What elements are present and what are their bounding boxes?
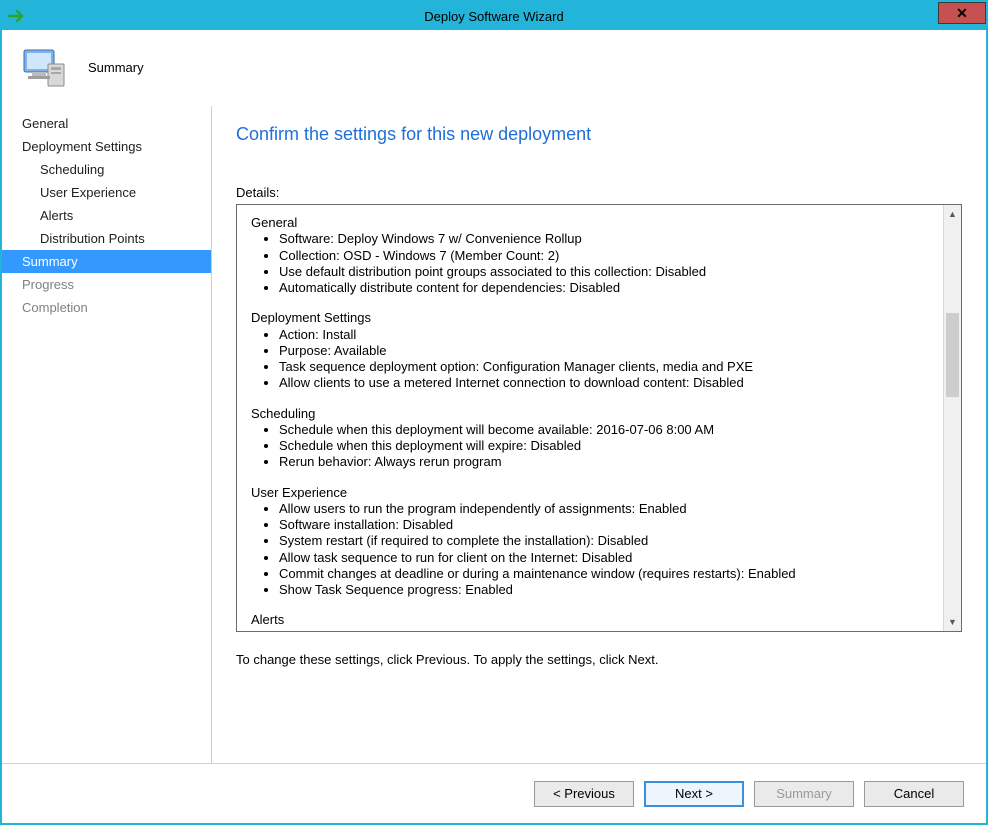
details-item: Collection: OSD - Windows 7 (Member Coun… xyxy=(279,248,931,264)
details-item: Allow task sequence to run for client on… xyxy=(279,550,931,566)
sidebar-item-distribution-points[interactable]: Distribution Points xyxy=(2,227,211,250)
scroll-up-icon[interactable]: ▲ xyxy=(944,205,961,223)
details-section-list: Schedule when this deployment will becom… xyxy=(251,422,931,471)
sidebar-item-scheduling[interactable]: Scheduling xyxy=(2,158,211,181)
details-section-title: General xyxy=(251,215,931,231)
scroll-thumb[interactable] xyxy=(946,313,959,397)
wizard-sidebar: GeneralDeployment SettingsSchedulingUser… xyxy=(2,106,212,763)
previous-button[interactable]: < Previous xyxy=(534,781,634,807)
sidebar-item-user-experience[interactable]: User Experience xyxy=(2,181,211,204)
details-box: GeneralSoftware: Deploy Windows 7 w/ Con… xyxy=(236,204,962,632)
hint-text: To change these settings, click Previous… xyxy=(236,652,962,667)
details-item: Task sequence deployment option: Configu… xyxy=(279,359,931,375)
wizard-window: Deploy Software Wizard ✕ Summary Gener xyxy=(0,0,988,825)
details-item: Purpose: Available xyxy=(279,343,931,359)
sidebar-item-completion: Completion xyxy=(2,296,211,319)
client-area: Summary GeneralDeployment SettingsSchedu… xyxy=(2,30,986,823)
close-icon: ✕ xyxy=(956,5,968,22)
page-heading: Confirm the settings for this new deploy… xyxy=(236,124,962,145)
details-item: Schedule when this deployment will becom… xyxy=(279,422,931,438)
details-item: Action: Install xyxy=(279,327,931,343)
cancel-button[interactable]: Cancel xyxy=(864,781,964,807)
window-title: Deploy Software Wizard xyxy=(2,9,986,24)
forward-arrow-icon xyxy=(8,9,26,23)
details-item: Allow clients to use a metered Internet … xyxy=(279,375,931,391)
details-item: System restart (if required to complete … xyxy=(279,533,931,549)
details-item: Show Task Sequence progress: Enabled xyxy=(279,582,931,598)
details-section-list: Allow users to run the program independe… xyxy=(251,501,931,599)
titlebar: Deploy Software Wizard ✕ xyxy=(2,2,986,30)
wizard-main: Confirm the settings for this new deploy… xyxy=(212,106,986,763)
page-title: Summary xyxy=(88,60,144,75)
summary-button[interactable]: Summary xyxy=(754,781,854,807)
scroll-down-icon[interactable]: ▼ xyxy=(944,613,961,631)
sidebar-item-deployment-settings[interactable]: Deployment Settings xyxy=(2,135,211,158)
wizard-header: Summary xyxy=(2,30,986,106)
sidebar-item-alerts[interactable]: Alerts xyxy=(2,204,211,227)
next-button[interactable]: Next > xyxy=(644,781,744,807)
close-button[interactable]: ✕ xyxy=(938,2,986,24)
details-section-title: Alerts xyxy=(251,612,931,628)
details-section-title: Scheduling xyxy=(251,406,931,422)
sidebar-item-progress: Progress xyxy=(2,273,211,296)
details-label: Details: xyxy=(236,185,962,200)
details-section-title: User Experience xyxy=(251,485,931,501)
details-section-list: Software: Deploy Windows 7 w/ Convenienc… xyxy=(251,231,931,296)
details-item: Software installation: Disabled xyxy=(279,517,931,533)
details-item: Allow users to run the program independe… xyxy=(279,501,931,517)
details-item: Rerun behavior: Always rerun program xyxy=(279,454,931,470)
details-item: Automatically distribute content for dep… xyxy=(279,280,931,296)
details-content: GeneralSoftware: Deploy Windows 7 w/ Con… xyxy=(237,205,943,631)
sidebar-item-general[interactable]: General xyxy=(2,112,211,135)
deploy-computer-icon xyxy=(20,42,72,94)
details-item: Commit changes at deadline or during a m… xyxy=(279,566,931,582)
wizard-body: GeneralDeployment SettingsSchedulingUser… xyxy=(2,106,986,763)
scrollbar[interactable]: ▲ ▼ xyxy=(943,205,961,631)
details-item: Schedule when this deployment will expir… xyxy=(279,438,931,454)
details-item: Use default distribution point groups as… xyxy=(279,264,931,280)
details-item: Software: Deploy Windows 7 w/ Convenienc… xyxy=(279,231,931,247)
details-section-title: Deployment Settings xyxy=(251,310,931,326)
details-section-list: Action: InstallPurpose: AvailableTask se… xyxy=(251,327,931,392)
sidebar-item-summary[interactable]: Summary xyxy=(2,250,211,273)
wizard-footer: < Previous Next > Summary Cancel xyxy=(2,763,986,823)
